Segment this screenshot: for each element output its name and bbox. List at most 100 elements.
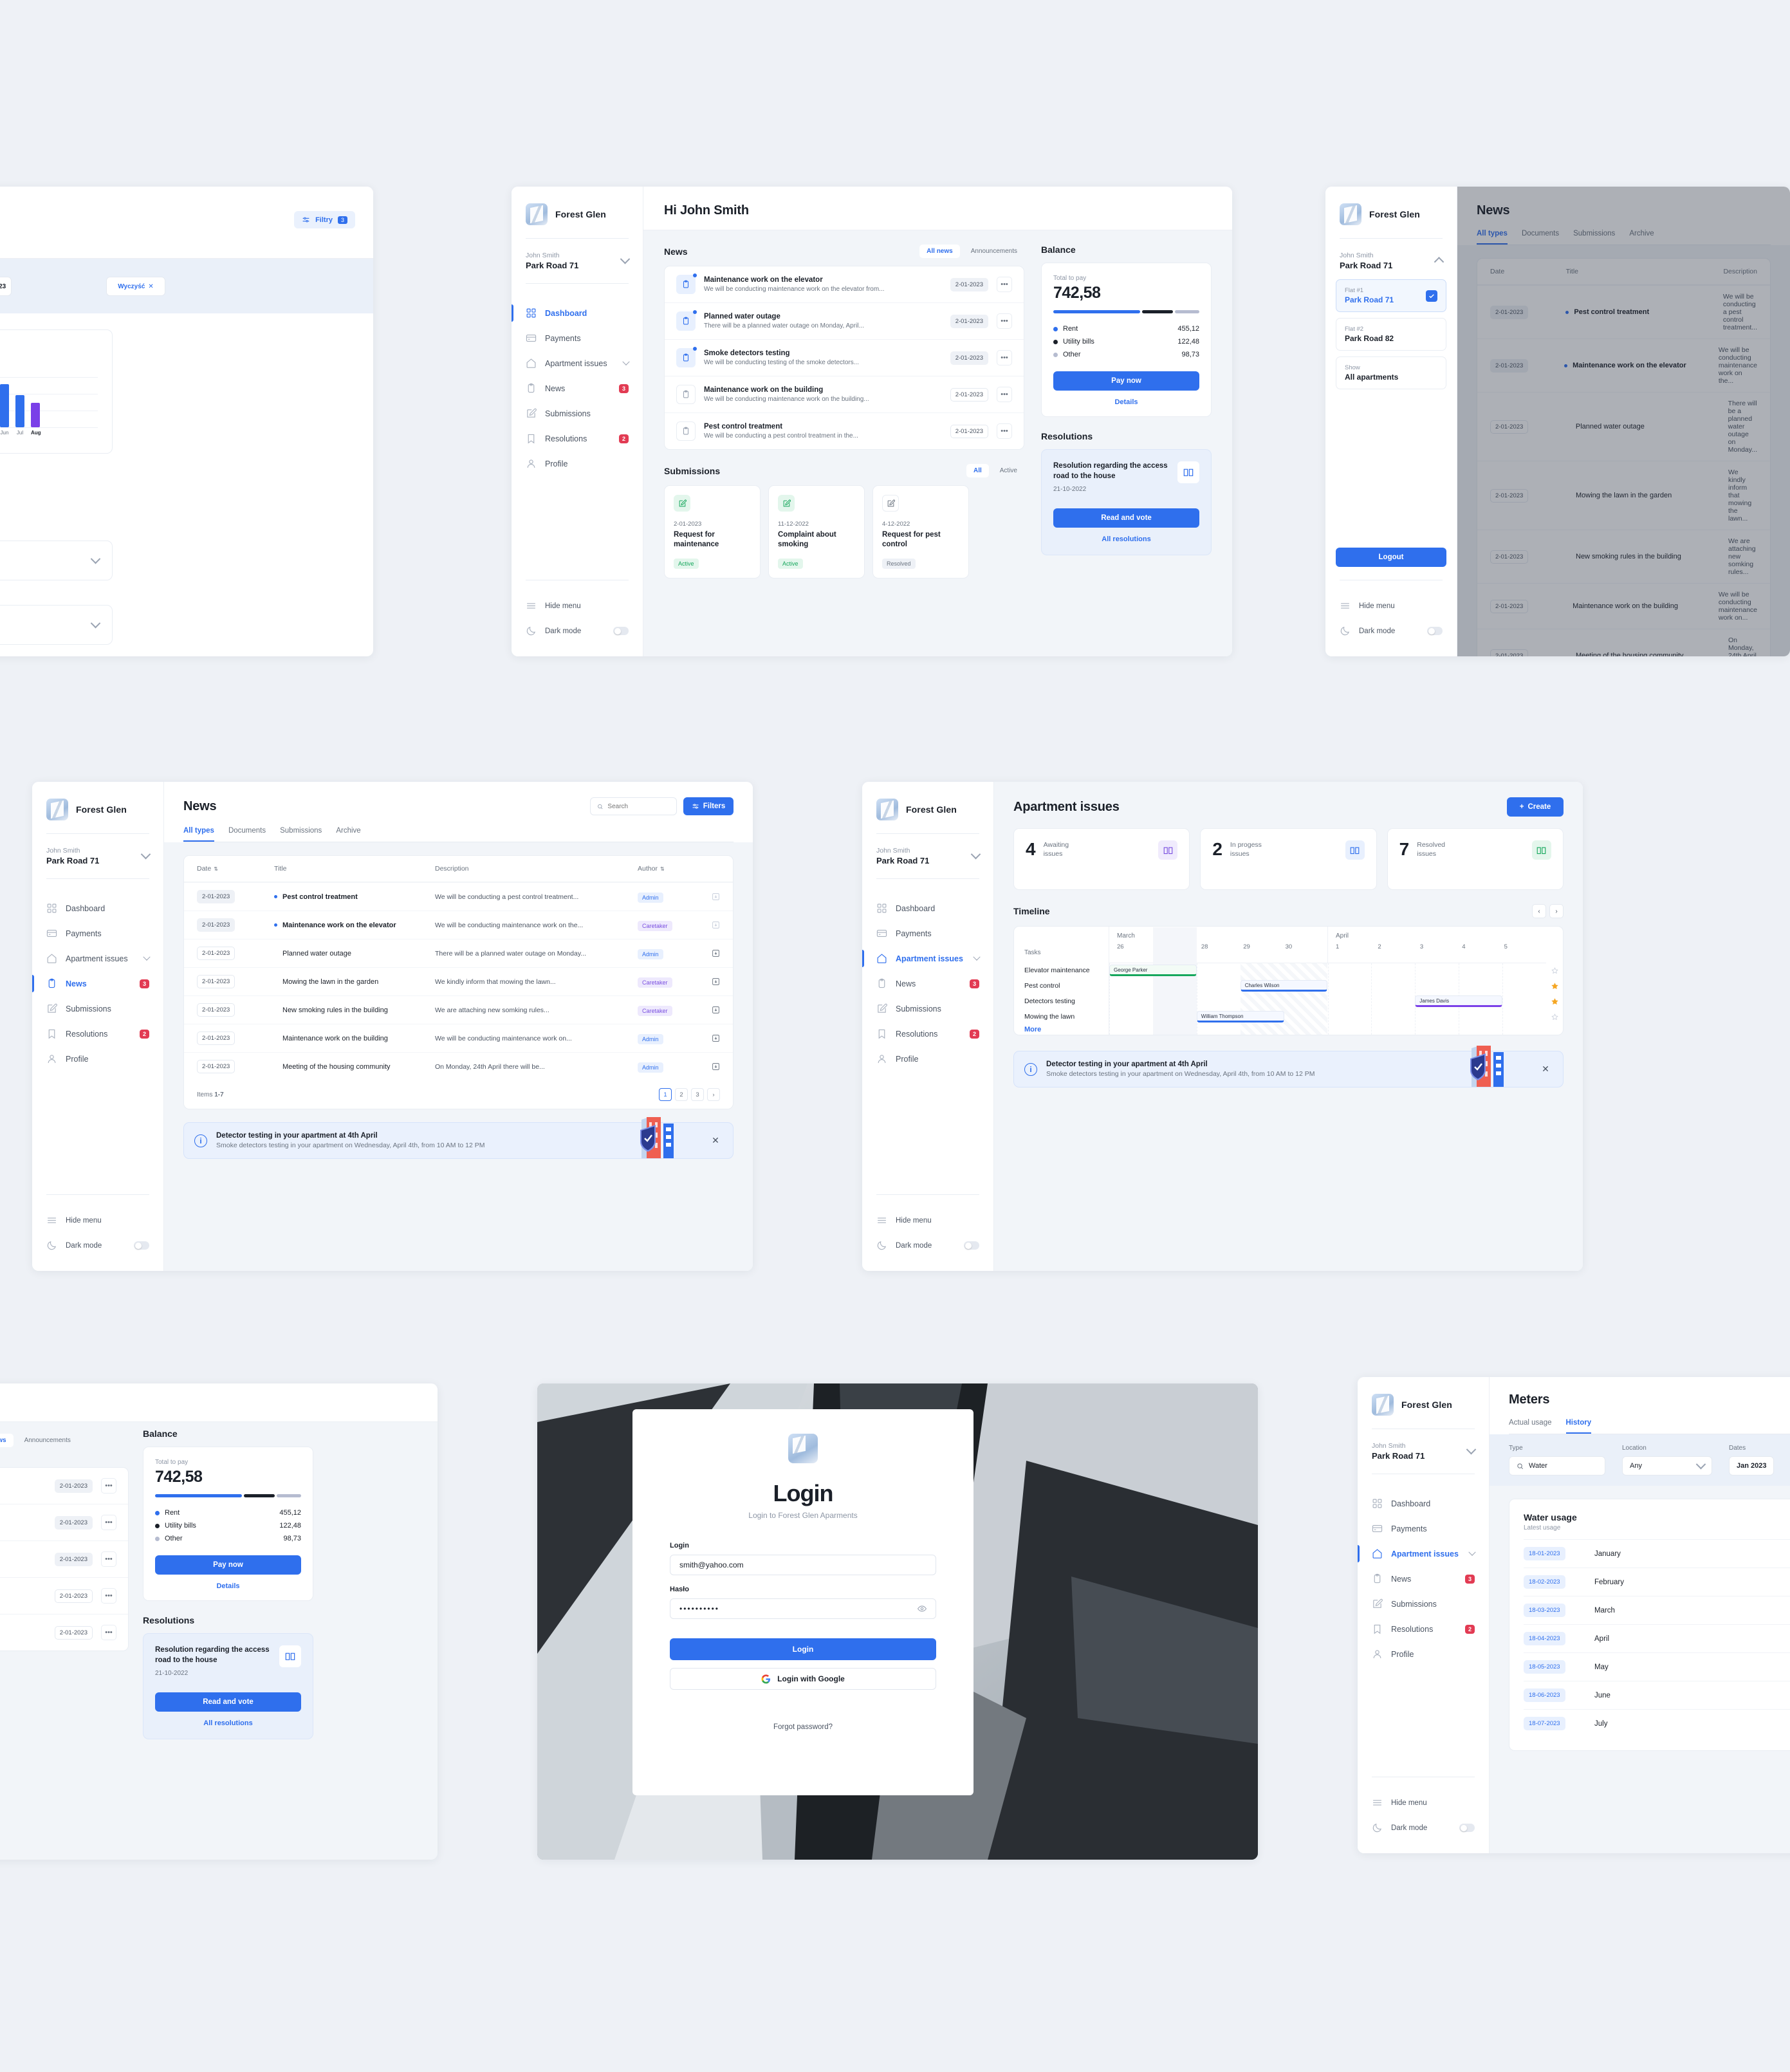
read-and-vote-button[interactable]: Read and vote — [1053, 508, 1199, 528]
issue-stat-card[interactable]: 2 In progess issues — [1200, 828, 1377, 890]
date-to-field[interactable]: Aug 2023 — [0, 277, 12, 296]
cold-water-accordion[interactable]: Cold water usage — [0, 541, 113, 580]
news-list-item[interactable]: Planned water outage There will be a pla… — [665, 302, 1024, 339]
sidebar-item-submissions[interactable]: Submissions — [32, 996, 163, 1021]
dark-mode-toggle[interactable]: Dark mode — [862, 1233, 993, 1258]
type-select[interactable]: Water — [1509, 1456, 1605, 1475]
details-link[interactable]: Details — [1053, 398, 1199, 406]
apartment-selector[interactable]: John Smith Park Road 71 — [512, 252, 643, 270]
tab-history[interactable]: History — [1565, 1419, 1592, 1434]
sidebar-item-news[interactable]: News 3 — [1358, 1566, 1489, 1591]
sidebar-item-payments[interactable]: Payments — [862, 921, 993, 946]
page-button[interactable]: 3 — [691, 1088, 704, 1101]
col-author-header[interactable]: Author ⇅ — [638, 865, 702, 873]
table-row[interactable]: 2-01-2023 Meeting of the housing communi… — [184, 1052, 733, 1080]
forgot-password-link[interactable]: Forgot password? — [670, 1723, 936, 1731]
flat-option[interactable]: Flat #1 Park Road 71 — [1336, 279, 1446, 312]
hide-menu-button[interactable]: Hide menu — [32, 1208, 163, 1233]
sidebar-item-submissions[interactable]: Submissions — [862, 996, 993, 1021]
more-options-icon[interactable]: ••• — [997, 313, 1012, 329]
download-icon[interactable] — [702, 1006, 720, 1014]
toggle-switch[interactable] — [613, 627, 629, 635]
download-icon[interactable] — [702, 1034, 720, 1042]
sidebar-item-profile[interactable]: Profile — [862, 1046, 993, 1071]
sidebar-item-payments[interactable]: Payments — [1358, 1516, 1489, 1541]
timeline-more-link[interactable]: More — [1014, 1024, 1109, 1033]
sidebar-item-profile[interactable]: Profile — [512, 451, 643, 476]
news-list-item[interactable]: Maintenance work on the elevator We will… — [665, 266, 1024, 302]
login-field[interactable]: smith@yahoo.com — [670, 1555, 936, 1575]
google-login-button[interactable]: Login with Google — [670, 1668, 936, 1690]
table-row[interactable]: 2-01-2023 Maintenance work on the elevat… — [184, 911, 733, 939]
hide-menu-button[interactable]: Hide menu — [1325, 593, 1457, 618]
eye-icon[interactable] — [918, 1604, 927, 1613]
table-row[interactable]: 18-03-2023 March 41.02 m3 — [1524, 1596, 1790, 1624]
table-row[interactable]: 18-06-2023 June 41.02 m3 — [1524, 1681, 1790, 1709]
table-row[interactable]: 18-04-2023 April 42.54 m3 — [1524, 1624, 1790, 1652]
tab-submissions[interactable]: Submissions — [280, 827, 322, 842]
news-list-item[interactable]: Pest control treatment We will be conduc… — [665, 412, 1024, 449]
news-list-item[interactable]: Maintenance work on the elevator We will… — [0, 1468, 128, 1504]
close-icon[interactable]: ✕ — [1538, 1062, 1553, 1077]
page-next-button[interactable]: › — [707, 1088, 720, 1101]
sidebar-item-resolutions[interactable]: Resolutions 2 — [862, 1021, 993, 1046]
news-list-item[interactable]: Planned water outage There will be a pla… — [0, 1504, 128, 1540]
tab-documents[interactable]: Documents — [228, 827, 266, 842]
sidebar-item-news[interactable]: News 3 — [32, 971, 163, 996]
tab-all-news[interactable]: All news — [0, 1434, 14, 1447]
sidebar-item-news[interactable]: News 3 — [862, 971, 993, 996]
table-row[interactable]: 2-01-2023 Mowing the lawn in the garden … — [184, 967, 733, 995]
news-list-item[interactable]: Smoke detectors testing We will be condu… — [665, 339, 1024, 376]
tab-submissions-all[interactable]: All — [966, 464, 989, 477]
filters-button[interactable]: Filters — [683, 797, 734, 815]
dark-mode-toggle[interactable]: Dark mode — [1358, 1815, 1489, 1840]
timeline-next-button[interactable]: › — [1549, 904, 1564, 918]
more-options-icon[interactable]: ••• — [997, 350, 1012, 365]
table-row[interactable]: 18-05-2023 May 58.29 m3 — [1524, 1652, 1790, 1681]
timeline-bar[interactable]: William Thompson — [1196, 1011, 1284, 1022]
more-options-icon[interactable]: ••• — [997, 277, 1012, 292]
toggle-switch[interactable] — [134, 1241, 149, 1250]
star-icon[interactable] — [1546, 994, 1563, 1009]
details-link[interactable]: Details — [155, 1582, 301, 1590]
logout-button[interactable]: Logout — [1336, 548, 1446, 567]
sidebar-item-apartment-issues[interactable]: Apartment issues — [862, 946, 993, 971]
table-row[interactable]: 2-01-2023 Pest control treatment We will… — [184, 882, 733, 911]
apartment-selector[interactable]: John Smith Park Road 71 — [1325, 252, 1457, 270]
tab-announcements[interactable]: Announcements — [17, 1434, 78, 1447]
clear-filters-button[interactable]: Wyczyść ✕ — [106, 277, 165, 296]
download-icon[interactable] — [702, 921, 720, 929]
password-field[interactable]: •••••••••• — [670, 1598, 936, 1619]
page-button[interactable]: 1 — [659, 1088, 672, 1101]
dark-mode-toggle[interactable]: Dark mode — [1325, 618, 1457, 643]
dark-mode-toggle[interactable]: Dark mode — [32, 1233, 163, 1258]
page-button[interactable]: 2 — [675, 1088, 688, 1101]
create-button[interactable]: + Create — [1507, 797, 1564, 817]
download-icon[interactable] — [702, 1062, 720, 1071]
issue-stat-card[interactable]: 7 Resolved issues — [1387, 828, 1564, 890]
table-row[interactable]: 18-02-2023 February 32.62 m3 — [1524, 1568, 1790, 1596]
more-options-icon[interactable]: ••• — [101, 1515, 116, 1530]
toggle-switch[interactable] — [964, 1241, 979, 1250]
login-submit-button[interactable]: Login — [670, 1638, 936, 1660]
dark-mode-toggle[interactable]: Dark mode — [512, 618, 643, 643]
tab-all-news[interactable]: All news — [919, 245, 960, 258]
sidebar-item-resolutions[interactable]: Resolutions 2 — [512, 426, 643, 451]
hide-menu-button[interactable]: Hide menu — [512, 593, 643, 618]
sidebar-item-dashboard[interactable]: Dashboard — [862, 896, 993, 921]
filters-button[interactable]: Filtry 3 — [294, 211, 355, 228]
submission-card[interactable]: 11-12-2022 Complaint about smoking Activ… — [768, 485, 865, 578]
sidebar-item-submissions[interactable]: Submissions — [512, 401, 643, 426]
tab-submissions-active[interactable]: Active — [993, 464, 1024, 477]
sidebar-item-payments[interactable]: Payments — [32, 921, 163, 946]
table-row[interactable]: 18-01-2023 January 38.23 m3 — [1524, 1539, 1790, 1568]
timeline-prev-button[interactable]: ‹ — [1532, 904, 1546, 918]
read-and-vote-button[interactable]: Read and vote — [155, 1692, 301, 1712]
download-icon[interactable] — [702, 893, 720, 901]
news-list-item[interactable]: Pest control treatment We will be conduc… — [0, 1614, 128, 1651]
sidebar-item-submissions[interactable]: Submissions — [1358, 1591, 1489, 1616]
more-options-icon[interactable]: ••• — [101, 1551, 116, 1567]
tab-archive[interactable]: Archive — [336, 827, 360, 842]
more-options-icon[interactable]: ••• — [997, 423, 1012, 439]
pay-now-button[interactable]: Pay now — [155, 1555, 301, 1575]
